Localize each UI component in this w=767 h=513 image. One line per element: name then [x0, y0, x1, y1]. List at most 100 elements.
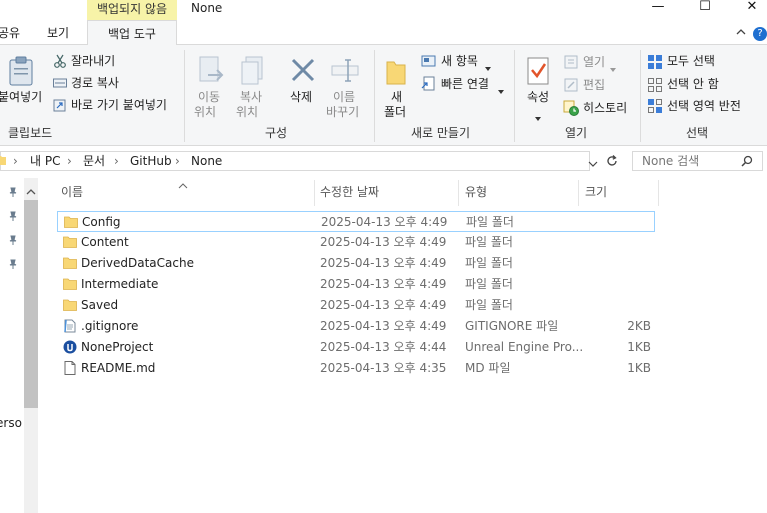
file-name: README.md [81, 361, 156, 375]
folder-icon [63, 235, 77, 249]
copy-path-button[interactable]: 경로 복사 [71, 76, 119, 91]
ribbon-separator [374, 50, 375, 142]
rename-button[interactable]: 이름 [333, 90, 355, 105]
file-row[interactable]: Saved 2025-04-13 오후 4:49 파일 폴더 [57, 295, 655, 316]
file-date: 2025-04-13 오후 4:49 [320, 235, 447, 249]
edit-button[interactable]: 편집 [583, 78, 605, 93]
minimize-button[interactable]: — [641, 0, 675, 16]
column-header-size[interactable]: 크기 [585, 182, 607, 202]
caret-down-icon [485, 60, 491, 71]
file-date: 2025-04-13 오후 4:44 [320, 340, 447, 354]
group-label-select: 선택 [686, 126, 709, 140]
column-divider[interactable] [578, 180, 579, 206]
file-row[interactable]: DerivedDataCache 2025-04-13 오후 4:49 파일 폴더 [57, 253, 655, 274]
caret-down-icon [535, 110, 541, 121]
column-divider[interactable] [458, 180, 459, 206]
pin-icon[interactable] [8, 210, 18, 221]
unreal-engine-icon [63, 340, 77, 354]
delete-button[interactable]: 삭제 [290, 90, 312, 105]
history-button[interactable]: 히스토리 [583, 101, 627, 116]
delete-icon [290, 57, 316, 83]
breadcrumb-this-pc[interactable]: 내 PC [30, 152, 60, 170]
file-row[interactable]: NoneProject 2025-04-13 오후 4:44 Unreal Engi… [57, 337, 655, 358]
maximize-button[interactable]: ☐ [688, 0, 722, 16]
select-all-button[interactable]: 모두 선택 [667, 54, 715, 69]
file-row[interactable]: Config 2025-04-13 오후 4:49 파일 폴더 [57, 211, 655, 232]
file-row[interactable]: .gitignore 2025-04-13 오후 4:49 GITIGNORE 파일… [57, 316, 655, 337]
column-divider[interactable] [314, 180, 315, 206]
select-none-icon [648, 78, 662, 92]
group-label-organize: 구성 [265, 126, 288, 140]
invert-selection-button[interactable]: 선택 영역 반전 [667, 99, 741, 114]
file-type: 파일 폴더 [465, 277, 513, 291]
folder-icon [63, 256, 77, 270]
paste-shortcut-button[interactable]: 바로 가기 붙여넣기 [71, 98, 167, 113]
breadcrumb-separator: › [175, 154, 180, 168]
group-label-clipboard: 클립보드 [8, 126, 53, 140]
rename-label-2: 바꾸기 [326, 105, 360, 119]
tab-view[interactable]: 보기 [47, 20, 69, 44]
column-header-type[interactable]: 유형 [465, 182, 487, 202]
column-header-date[interactable]: 수정한 날짜 [320, 182, 379, 202]
pin-icon[interactable] [8, 258, 18, 269]
text-file-icon [63, 319, 77, 333]
move-to-icon [198, 55, 226, 87]
new-folder-button[interactable]: 새 [391, 90, 402, 105]
pin-icon[interactable] [8, 186, 18, 197]
copy-to-button[interactable]: 복사 [240, 90, 262, 105]
search-icon[interactable] [741, 155, 753, 167]
invert-selection-icon [648, 99, 662, 113]
folder-icon [0, 154, 6, 166]
file-row[interactable]: Content 2025-04-13 오후 4:49 파일 폴더 [57, 232, 655, 253]
breadcrumb-github[interactable]: GitHub [130, 152, 172, 170]
file-type: 파일 폴더 [465, 256, 513, 270]
breadcrumb-documents[interactable]: 문서 [83, 152, 105, 170]
file-name: DerivedDataCache [81, 256, 194, 270]
file-name: Saved [81, 298, 119, 312]
breadcrumb-separator: › [114, 154, 119, 168]
column-divider[interactable] [658, 180, 659, 206]
nav-scrollbar-thumb[interactable] [24, 200, 38, 408]
file-size: 2KB [627, 319, 651, 333]
file-row[interactable]: README.md 2025-04-13 오후 4:35 MD 파일 1KB [57, 358, 655, 379]
easy-access-button[interactable]: 빠른 연결 [441, 77, 489, 92]
chevron-down-icon[interactable] [588, 157, 598, 167]
cut-button[interactable]: 잘라내기 [71, 54, 115, 69]
file-name: Content [81, 235, 129, 249]
properties-button[interactable]: 속성 [527, 90, 549, 105]
pin-icon[interactable] [8, 234, 18, 245]
caret-down-icon [498, 83, 504, 94]
ribbon-separator [184, 50, 185, 142]
breadcrumb-separator: › [13, 154, 18, 168]
tab-share[interactable]: 공유 [0, 20, 20, 44]
file-type: 파일 폴더 [465, 235, 513, 249]
column-header-name[interactable]: 이름 [61, 182, 83, 202]
file-type: 파일 폴더 [465, 298, 513, 312]
paste-button[interactable]: 붙여넣기 [0, 90, 42, 105]
select-none-button[interactable]: 선택 안 함 [667, 77, 719, 92]
file-row[interactable]: Intermediate 2025-04-13 오후 4:49 파일 폴더 [57, 274, 655, 295]
file-date: 2025-04-13 오후 4:49 [320, 298, 447, 312]
tab-backup-tools[interactable]: 백업 도구 [87, 20, 177, 45]
help-icon[interactable]: ? [753, 27, 767, 41]
move-to-button[interactable]: 이동 [198, 90, 220, 105]
file-size: 1KB [627, 361, 651, 375]
open-button[interactable]: 열기 [583, 55, 605, 70]
new-item-button[interactable]: 새 항목 [441, 54, 478, 69]
history-icon [563, 100, 579, 116]
context-tab-label: 백업되지 않음 [87, 0, 177, 20]
breadcrumb-none[interactable]: None [191, 152, 222, 170]
open-icon [564, 55, 578, 69]
folder-icon [64, 215, 78, 229]
scroll-up-icon[interactable] [26, 185, 36, 195]
close-button[interactable]: ✕ [735, 0, 767, 16]
edit-icon [564, 78, 578, 92]
paste-shortcut-icon [53, 98, 67, 112]
copy-to-icon [240, 55, 268, 87]
refresh-icon[interactable] [605, 154, 619, 168]
copy-to-label-2: 위치 [236, 105, 259, 119]
nav-item-partial-label[interactable]: erso [0, 416, 22, 430]
new-folder-icon [385, 58, 407, 86]
rename-icon [330, 56, 360, 84]
chevron-up-icon[interactable] [735, 26, 747, 38]
